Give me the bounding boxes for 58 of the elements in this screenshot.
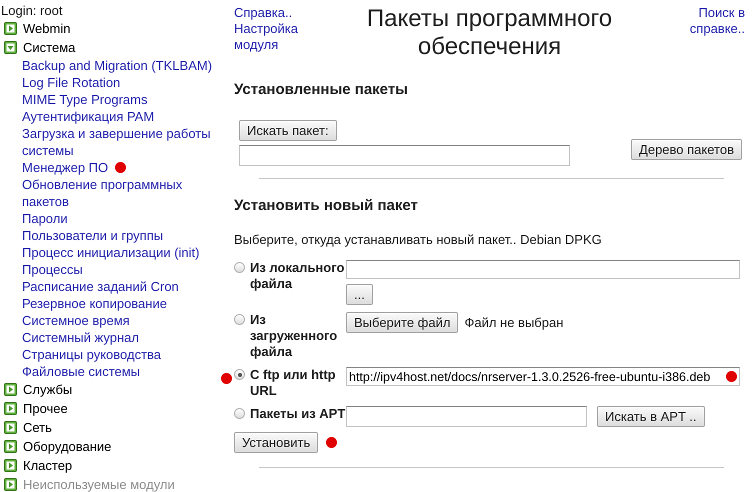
header-link[interactable]: Настройка модуля	[234, 21, 314, 53]
search-apt-button[interactable]: Искать в APT ..	[597, 406, 705, 427]
install-button[interactable]: Установить	[234, 432, 318, 453]
module-link[interactable]: Пользователи и группы	[22, 227, 164, 244]
module-link[interactable]: Процессы	[22, 261, 83, 278]
category-link[interactable]: Прочее	[23, 400, 68, 417]
module-link[interactable]: Страницы руководства	[22, 346, 162, 363]
category-link[interactable]: Оборудование	[23, 438, 112, 455]
login-label: Login: root	[1, 2, 62, 19]
no-file-text: Файл не выбран	[464, 315, 564, 330]
description-text: Выберите, откуда устанавливать новый пакет.. Debian DPKG	[234, 232, 602, 248]
category-link[interactable]: Сеть	[23, 419, 52, 436]
module-link[interactable]: MIME Type Programs	[22, 91, 148, 108]
package-search-field[interactable]	[239, 145, 570, 166]
section-heading: Установить новый пакет	[234, 196, 419, 216]
expand-icon[interactable]	[4, 459, 17, 472]
source-label: Из загруженного файла	[250, 312, 338, 360]
category-link[interactable]: Система	[23, 39, 76, 56]
file-path-field[interactable]	[346, 260, 740, 279]
category-link[interactable]: Службы	[23, 381, 72, 398]
expand-icon[interactable]	[4, 421, 17, 434]
package-tree-button[interactable]: Дерево пакетов	[631, 139, 742, 160]
category-link[interactable]: Webmin	[23, 20, 70, 37]
collapse-icon[interactable]	[4, 41, 17, 54]
browse-button[interactable]: ...	[346, 284, 373, 305]
section-heading: Установленные пакеты	[234, 80, 409, 100]
expand-icon[interactable]	[4, 440, 17, 453]
category-link[interactable]: Кластер	[23, 457, 72, 474]
expand-icon[interactable]	[4, 22, 17, 35]
module-link[interactable]: Файловые системы	[22, 363, 140, 380]
module-link[interactable]: Обновление программных пакетов	[22, 176, 227, 210]
module-link[interactable]: Резервное копирование	[22, 295, 167, 312]
radio-button[interactable]	[234, 314, 245, 325]
source-label: Пакеты из APT	[250, 406, 346, 422]
module-link[interactable]: Расписание заданий Cron	[22, 278, 179, 295]
module-link[interactable]: Процесс инициализации (init)	[22, 244, 200, 261]
radio-button[interactable]	[234, 369, 245, 380]
radio-button[interactable]	[234, 262, 245, 273]
url-field[interactable]: http://ipv4host.net/docs/nrserver-1.3.0.2526-free-ubuntu-i386.deb	[346, 367, 740, 386]
module-link[interactable]: Backup and Migration (TKLBAM)	[22, 57, 212, 74]
source-label: Из локального файла	[250, 260, 346, 292]
help-search-link[interactable]: Поиск в справке..	[665, 5, 745, 37]
module-link[interactable]: Системное время	[22, 312, 130, 329]
module-link[interactable]: Аутентификация PAM	[22, 108, 154, 125]
module-link[interactable]: Log File Rotation	[22, 74, 120, 91]
module-link[interactable]: Системный журнал	[22, 329, 139, 346]
page-title: Пакеты программного обеспечения	[366, 5, 614, 61]
search-package-button[interactable]: Искать пакет:	[239, 120, 337, 141]
module-link[interactable]: Пароли	[22, 210, 68, 227]
module-link[interactable]: Загрузка и завершение работы системы	[22, 125, 227, 159]
header-link[interactable]: Справка..	[234, 5, 314, 21]
apt-search-field[interactable]	[346, 406, 587, 427]
expand-icon[interactable]	[4, 383, 17, 396]
source-label: С ftp или http URL	[250, 367, 337, 399]
choose-file-button[interactable]: Выберите файл	[346, 312, 458, 333]
expand-icon[interactable]	[4, 402, 17, 415]
module-link[interactable]: Менеджер ПО	[22, 159, 108, 176]
radio-button[interactable]	[234, 408, 245, 419]
